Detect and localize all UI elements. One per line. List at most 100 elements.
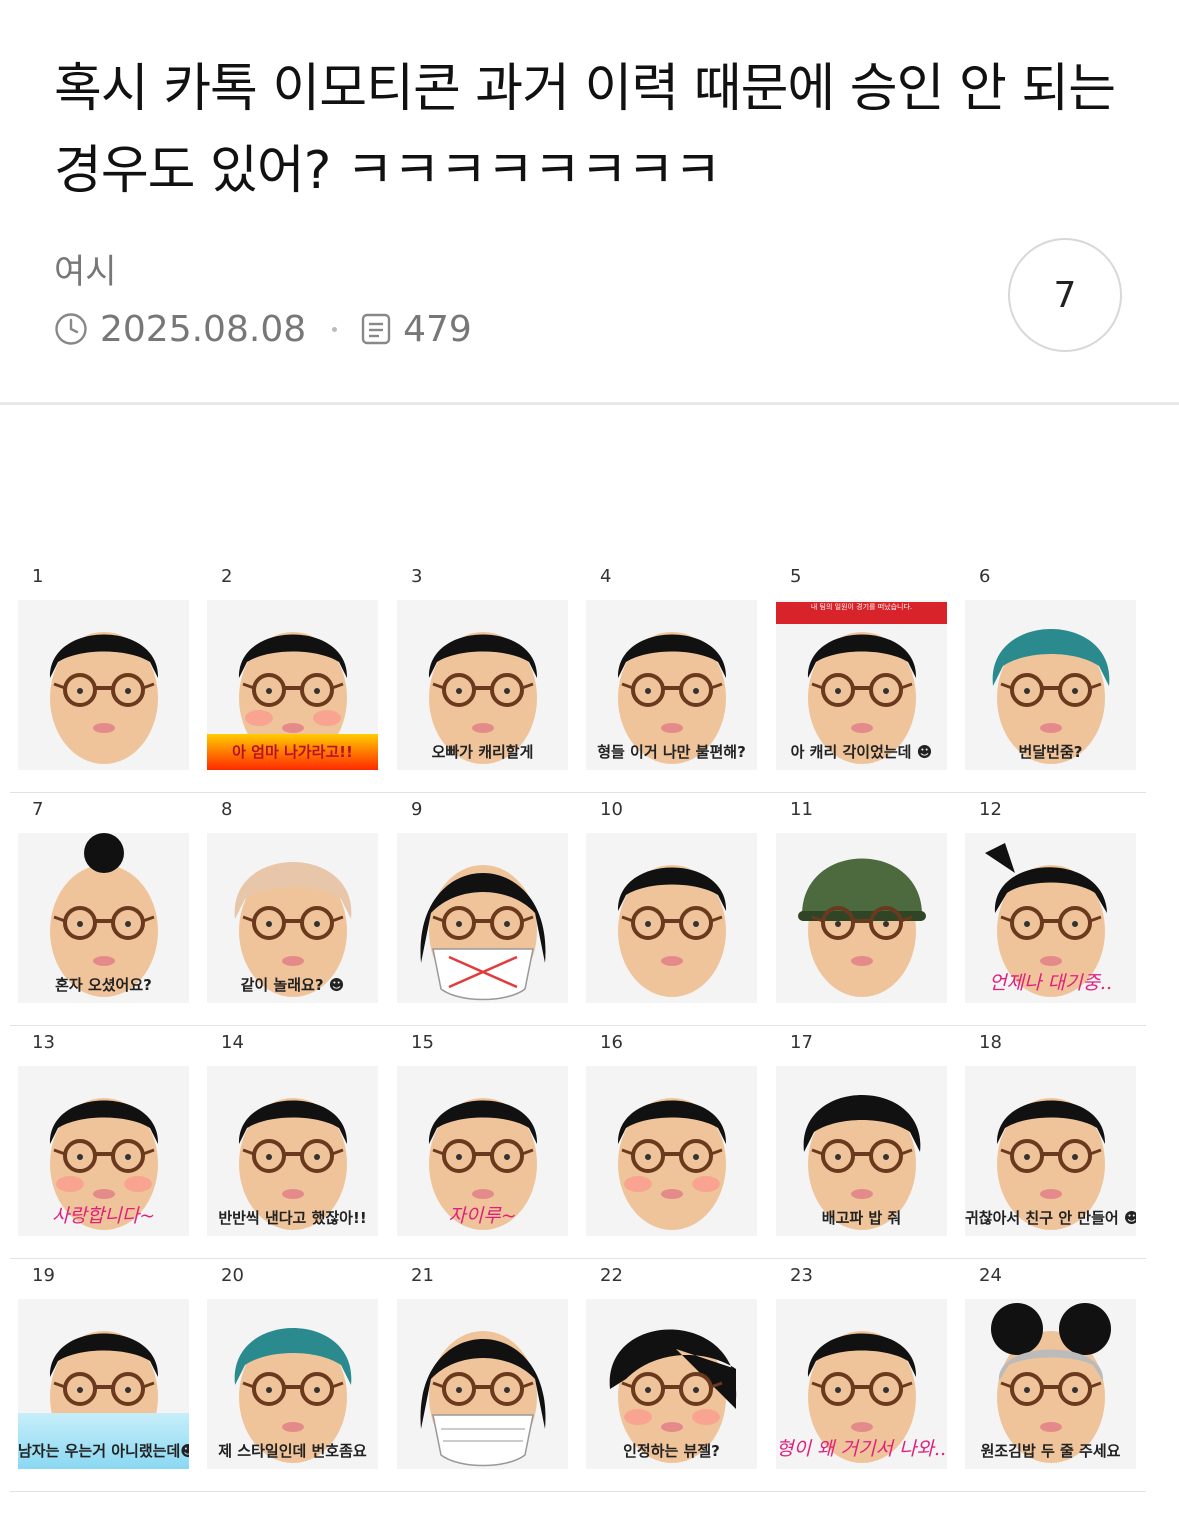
emoticon-caption: 혼자 오셨어요? <box>55 976 152 994</box>
emoticon-caption: 남자는 우는거 아니랬는데☻ <box>18 1442 189 1460</box>
emoticon-caption: 제 스타일인데 번호좀요 <box>218 1442 367 1460</box>
emoticon-number: 22 <box>600 1265 623 1286</box>
emoticon-image: 배고파 밥 줘 <box>776 1066 947 1236</box>
emoticon-item: 14 반반씩 낸다고 했잖아!! <box>199 1026 378 1240</box>
emoticon-image: 오빠가 캐리할게 <box>397 600 568 770</box>
emoticon-item: 7 혼자 오셨어요? <box>10 793 189 1007</box>
emoticon-image: 제 스타일인데 번호좀요 <box>207 1299 378 1469</box>
emoticon-number: 16 <box>600 1032 623 1053</box>
emoticon-caption: 오빠가 캐리할게 <box>431 743 534 761</box>
emoticon-item: 23 형이 왜 거기서 나와..? <box>768 1259 947 1473</box>
emoticon-caption: 귀찮아서 친구 안 만들어 ☻ <box>965 1209 1136 1227</box>
emoticon-number: 4 <box>600 566 612 587</box>
emoticon-number: 13 <box>32 1032 55 1053</box>
emoticon-number: 14 <box>221 1032 244 1053</box>
emoticon-caption: 번달번줌? <box>1018 743 1083 761</box>
emoticon-item: 18 귀찮아서 친구 안 만들어 ☻ <box>957 1026 1136 1240</box>
emoticon-image: 남자는 우는거 아니랬는데☻ <box>18 1299 189 1469</box>
emoticon-image: 혼자 오셨어요? <box>18 833 189 1003</box>
emoticon-caption: 언제나 대기중.. <box>989 972 1112 994</box>
emoticon-item: 24 원조김밥 두 줄 주세요 <box>957 1259 1136 1473</box>
emoticon-caption: 아 캐리 각이었는데 ☻ <box>790 743 933 761</box>
emoticon-item: 4 형들 이거 나만 불편해? <box>578 560 757 774</box>
emoticon-item: 21 <box>389 1259 568 1473</box>
emoticon-number: 20 <box>221 1265 244 1286</box>
post-title: 혹시 카톡 이모티콘 과거 이력 때문에 승인 안 되는 경우도 있어? ㅋㅋㅋ… <box>54 59 1116 201</box>
emoticon-number: 18 <box>979 1032 1002 1053</box>
emoticon-item: 2 아 엄마 나가라고!! <box>199 560 378 774</box>
author-name[interactable]: 여시 <box>54 244 117 293</box>
emoticon-item: 22 인정하는 뷰젤? <box>578 1259 757 1473</box>
emoticon-number: 1 <box>32 566 44 587</box>
emoticon-number: 17 <box>790 1032 813 1053</box>
emoticon-caption: 아 엄마 나가라고!! <box>232 743 353 761</box>
view-count: 479 <box>403 308 472 350</box>
emoticon-image: 사랑합니다~ <box>18 1066 189 1236</box>
emoticon-caption: 사랑합니다~ <box>51 1205 156 1227</box>
emoticon-item: 20 제 스타일인데 번호좀요 <box>199 1259 378 1473</box>
emoticon-item: 9 <box>389 793 568 1007</box>
document-icon <box>361 313 391 345</box>
emoticon-caption: 형이 왜 거기서 나와..? <box>776 1438 947 1460</box>
emoticon-caption: 반반씩 낸다고 했잖아!! <box>218 1209 367 1227</box>
emoticon-number: 12 <box>979 799 1002 820</box>
emoticon-image: 원조김밥 두 줄 주세요 <box>965 1299 1136 1469</box>
emoticon-row: 19 남자는 우는거 아니랬는데☻ 20 제 스타일인데 번호좀요 21 22 인정하는 뷰… <box>10 1259 1146 1492</box>
emoticon-grid: 12아 엄마 나가라고!! 3 오빠가 캐리할게 4 형들 이거 나만 불편해? 5 내 팀… <box>10 560 1146 1492</box>
emoticon-number: 21 <box>411 1265 434 1286</box>
emoticon-image <box>397 1299 568 1469</box>
emoticon-row: 1 2 아 엄마 나가라고!! 3 오빠가 캐리할게 4 형들 이거 나만 불편해? 5 내 팀… <box>10 560 1146 793</box>
emoticon-number: 7 <box>32 799 44 820</box>
emoticon-item: 3 오빠가 캐리할게 <box>389 560 568 774</box>
emoticon-caption: 같이 놀래요? ☻ <box>240 976 345 994</box>
meta-separator <box>332 326 338 332</box>
emoticon-item: 10 <box>578 793 757 1007</box>
emoticon-number: 2 <box>221 566 233 587</box>
post-meta: 2025.08.08 479 <box>54 306 472 352</box>
emoticon-number: 9 <box>411 799 423 820</box>
emoticon-image: 귀찮아서 친구 안 만들어 ☻ <box>965 1066 1136 1236</box>
emoticon-caption: 원조김밥 두 줄 주세요 <box>980 1442 1121 1460</box>
emoticon-number: 11 <box>790 799 813 820</box>
emoticon-number: 8 <box>221 799 233 820</box>
emoticon-item: 12 언제나 대기중.. <box>957 793 1136 1007</box>
emoticon-image: 같이 놀래요? ☻ <box>207 833 378 1003</box>
emoticon-image <box>586 1066 757 1236</box>
emoticon-image: 아 엄마 나가라고!! <box>207 600 378 770</box>
emoticon-image: 반반씩 낸다고 했잖아!! <box>207 1066 378 1236</box>
emoticon-item: 8 같이 놀래요? ☻ <box>199 793 378 1007</box>
emoticon-caption: 배고파 밥 줘 <box>821 1209 902 1227</box>
emoticon-item: 11 <box>768 793 947 1007</box>
emoticon-number: 6 <box>979 566 991 587</box>
emoticon-item: 6 번달번줌? <box>957 560 1136 774</box>
emoticon-number: 23 <box>790 1265 813 1286</box>
emoticon-image: 인정하는 뷰젤? <box>586 1299 757 1469</box>
game-banner: 내 팀의 일원이 경기를 떠났습니다. <box>776 602 947 624</box>
emoticon-image: 자이루~ <box>397 1066 568 1236</box>
emoticon-image: 내 팀의 일원이 경기를 떠났습니다. 아 캐리 각이었는데 ☻ <box>776 600 947 770</box>
emoticon-item: 15 자이루~ <box>389 1026 568 1240</box>
emoticon-row: 7 혼자 오셨어요? 8 같이 놀래요? ☻ 9 10 11 12 언제나 대기중.. <box>10 793 1146 1026</box>
emoticon-number: 24 <box>979 1265 1002 1286</box>
emoticon-image <box>586 833 757 1003</box>
emoticon-number: 5 <box>790 566 802 587</box>
comment-count-button[interactable]: 7 <box>1008 238 1122 352</box>
emoticon-image: 번달번줌? <box>965 600 1136 770</box>
emoticon-row: 13 사랑합니다~ 14 반반씩 낸다고 했잖아!! 15 자이루~ 16 17 배고파 밥 줘… <box>10 1026 1146 1259</box>
emoticon-item: 17 배고파 밥 줘 <box>768 1026 947 1240</box>
emoticon-item: 13 사랑합니다~ <box>10 1026 189 1240</box>
emoticon-item: 19 남자는 우는거 아니랬는데☻ <box>10 1259 189 1473</box>
emoticon-item: 1 <box>10 560 189 774</box>
header-divider <box>0 402 1179 405</box>
emoticon-image <box>18 600 189 770</box>
emoticon-image: 형들 이거 나만 불편해? <box>586 600 757 770</box>
emoticon-image <box>397 833 568 1003</box>
post-date: 2025.08.08 <box>100 308 307 350</box>
clock-icon <box>54 312 88 346</box>
emoticon-image <box>776 833 947 1003</box>
emoticon-number: 10 <box>600 799 623 820</box>
emoticon-caption: 형들 이거 나만 불편해? <box>597 743 746 761</box>
emoticon-number: 19 <box>32 1265 55 1286</box>
emoticon-item: 5 내 팀의 일원이 경기를 떠났습니다. 아 캐리 각이었는데 ☻ <box>768 560 947 774</box>
emoticon-image: 형이 왜 거기서 나와..? <box>776 1299 947 1469</box>
